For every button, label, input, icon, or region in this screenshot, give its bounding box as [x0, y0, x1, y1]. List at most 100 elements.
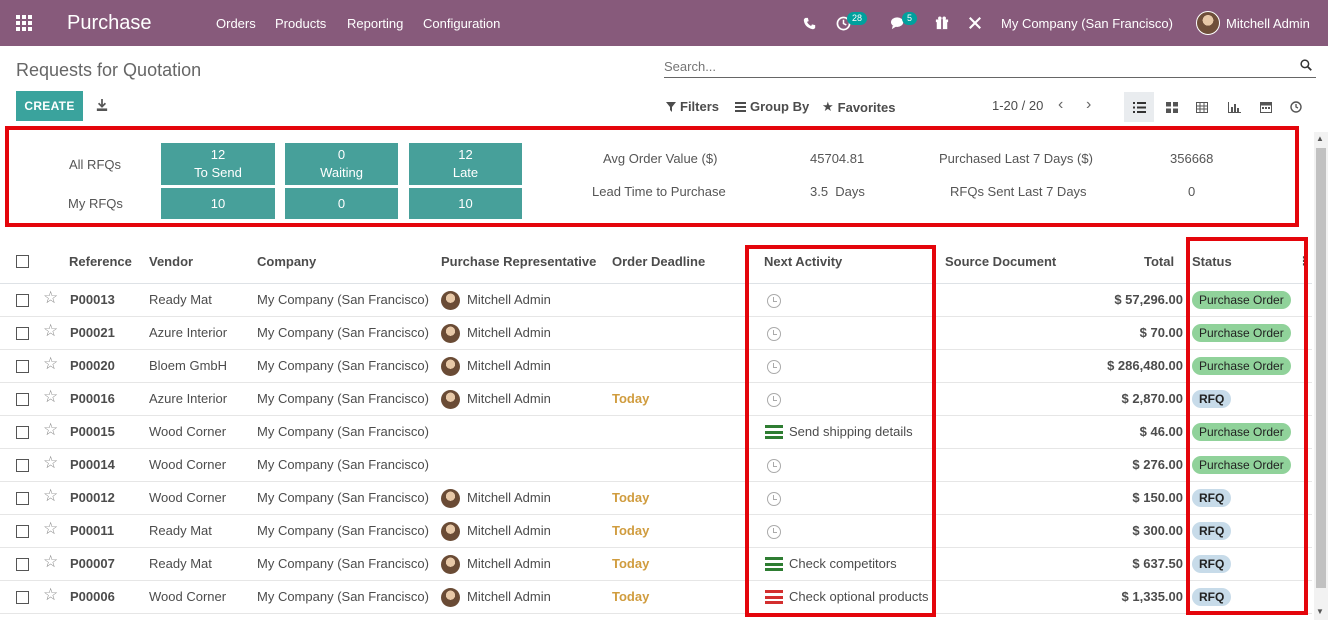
- user-menu[interactable]: Mitchell Admin: [1196, 0, 1310, 46]
- header-reference[interactable]: Reference: [69, 254, 132, 269]
- app-name[interactable]: Purchase: [67, 0, 152, 46]
- tile-to-send[interactable]: 12 To Send: [161, 143, 275, 185]
- table-row[interactable]: ☆ P00016 Azure Interior My Company (San Fra…: [0, 383, 1312, 416]
- favorites-button[interactable]: ★ Favorites: [822, 99, 895, 115]
- kanban-view-icon[interactable]: [1156, 92, 1188, 122]
- row-total: $ 286,480.00: [1107, 358, 1183, 373]
- star-icon[interactable]: ☆: [43, 420, 58, 440]
- row-purchase-representative: Mitchell Admin: [467, 556, 551, 571]
- row-checkbox[interactable]: [16, 294, 29, 307]
- star-icon[interactable]: ☆: [43, 387, 58, 407]
- star-icon[interactable]: ☆: [43, 552, 58, 572]
- table-row[interactable]: ☆ P00014 Wood Corner My Company (San Franci…: [0, 449, 1312, 482]
- menu-products[interactable]: Products: [275, 0, 326, 46]
- tile-waiting[interactable]: 0 Waiting: [285, 143, 398, 185]
- pivot-view-icon[interactable]: [1186, 92, 1218, 122]
- search-icon[interactable]: [1300, 59, 1312, 71]
- pager-next-icon[interactable]: ›: [1086, 96, 1091, 114]
- avg-order-label: Avg Order Value ($): [603, 151, 718, 166]
- header-vendor[interactable]: Vendor: [149, 254, 193, 269]
- tile-waiting-label: Waiting: [320, 165, 363, 180]
- table-row[interactable]: ☆ P00011 Ready Mat My Company (San Francisc…: [0, 515, 1312, 548]
- tile-to-send-count: 12: [210, 147, 226, 162]
- row-checkbox[interactable]: [16, 459, 29, 472]
- avg-order-value: 45704.81: [810, 151, 865, 166]
- table-row[interactable]: ☆ P00006 Wood Corner My Company (San Franci…: [0, 581, 1312, 614]
- gift-icon[interactable]: [935, 0, 949, 46]
- star-icon[interactable]: ☆: [43, 585, 58, 605]
- row-vendor: Bloem GmbH: [149, 358, 228, 373]
- star-icon[interactable]: ☆: [43, 486, 58, 506]
- table-row[interactable]: ☆ P00021 Azure Interior My Company (San Fra…: [0, 317, 1312, 350]
- messages-icon[interactable]: 5: [890, 0, 918, 46]
- header-purchase-representative[interactable]: Purchase Representative: [441, 254, 596, 269]
- row-checkbox[interactable]: [16, 591, 29, 604]
- pager-value[interactable]: 1-20 / 20: [992, 98, 1043, 113]
- scrollbar-thumb[interactable]: [1316, 148, 1326, 588]
- table-row[interactable]: ☆ P00012 Wood Corner My Company (San Franci…: [0, 482, 1312, 515]
- menu-configuration[interactable]: Configuration: [423, 0, 500, 46]
- select-all-checkbox[interactable]: [16, 255, 29, 268]
- table-row[interactable]: ☆ P00013 Ready Mat My Company (San Francisc…: [0, 284, 1312, 317]
- activity-view-icon[interactable]: [1280, 92, 1312, 122]
- create-button[interactable]: CREATE: [16, 91, 83, 121]
- download-icon[interactable]: [96, 98, 108, 112]
- header-total[interactable]: Total: [1144, 254, 1174, 269]
- header-company[interactable]: Company: [257, 254, 316, 269]
- row-reference: P00016: [70, 391, 115, 406]
- group-by-button[interactable]: Group By: [735, 99, 809, 114]
- star-icon[interactable]: ☆: [43, 519, 58, 539]
- tile-late[interactable]: 12 Late: [409, 143, 522, 185]
- table-row[interactable]: ☆ P00020 Bloem GmbH My Company (San Francis…: [0, 350, 1312, 383]
- scroll-up-icon[interactable]: ▲: [1316, 134, 1324, 143]
- row-total: $ 276.00: [1132, 457, 1183, 472]
- table-row[interactable]: ☆ P00007 Ready Mat My Company (San Francisc…: [0, 548, 1312, 581]
- row-checkbox[interactable]: [16, 327, 29, 340]
- menu-reporting[interactable]: Reporting: [347, 0, 403, 46]
- header-source-document[interactable]: Source Document: [945, 254, 1056, 269]
- vertical-scrollbar[interactable]: [1314, 132, 1328, 620]
- row-total: $ 150.00: [1132, 490, 1183, 505]
- row-checkbox[interactable]: [16, 558, 29, 571]
- tile-my-late[interactable]: 10: [409, 188, 522, 219]
- star-icon[interactable]: ☆: [43, 354, 58, 374]
- row-checkbox[interactable]: [16, 393, 29, 406]
- scroll-down-icon[interactable]: ▼: [1316, 607, 1324, 616]
- search-bar[interactable]: [664, 56, 1316, 78]
- search-input[interactable]: [664, 56, 1284, 76]
- row-checkbox[interactable]: [16, 360, 29, 373]
- activity-clock-icon[interactable]: 28: [836, 0, 868, 46]
- table-row[interactable]: ☆ P00015 Wood Corner My Company (San Franci…: [0, 416, 1312, 449]
- row-vendor: Ready Mat: [149, 292, 212, 307]
- calendar-view-icon[interactable]: [1250, 92, 1282, 122]
- row-vendor: Ready Mat: [149, 556, 212, 571]
- tile-my-to-send[interactable]: 10: [161, 188, 275, 219]
- rep-avatar: [441, 324, 460, 343]
- row-total: $ 46.00: [1139, 424, 1183, 439]
- row-total: $ 2,870.00: [1121, 391, 1183, 406]
- menu-orders[interactable]: Orders: [216, 0, 256, 46]
- pager-previous-icon[interactable]: ‹: [1058, 96, 1063, 114]
- row-checkbox[interactable]: [16, 426, 29, 439]
- row-checkbox[interactable]: [16, 525, 29, 538]
- apps-menu-icon[interactable]: [16, 0, 36, 46]
- rep-avatar: [441, 291, 460, 310]
- star-icon[interactable]: ☆: [43, 321, 58, 341]
- star-icon[interactable]: ☆: [43, 453, 58, 473]
- favorites-label: Favorites: [837, 99, 896, 115]
- debug-tools-icon[interactable]: [968, 0, 982, 46]
- header-order-deadline[interactable]: Order Deadline: [612, 254, 705, 269]
- list-view-icon[interactable]: [1124, 92, 1154, 122]
- row-company: My Company (San Francisco): [257, 358, 429, 373]
- filters-button[interactable]: Filters: [666, 99, 719, 114]
- company-switcher[interactable]: My Company (San Francisco): [1001, 0, 1173, 46]
- row-company: My Company (San Francisco): [257, 292, 429, 307]
- graph-view-icon[interactable]: [1218, 92, 1250, 122]
- row-purchase-representative: Mitchell Admin: [467, 490, 551, 505]
- row-checkbox[interactable]: [16, 492, 29, 505]
- row-order-deadline: Today: [612, 490, 650, 505]
- phone-icon[interactable]: [803, 0, 816, 46]
- purchased-7days-label: Purchased Last 7 Days ($): [939, 151, 1093, 166]
- tile-my-waiting[interactable]: 0: [285, 188, 398, 219]
- star-icon[interactable]: ☆: [43, 288, 58, 308]
